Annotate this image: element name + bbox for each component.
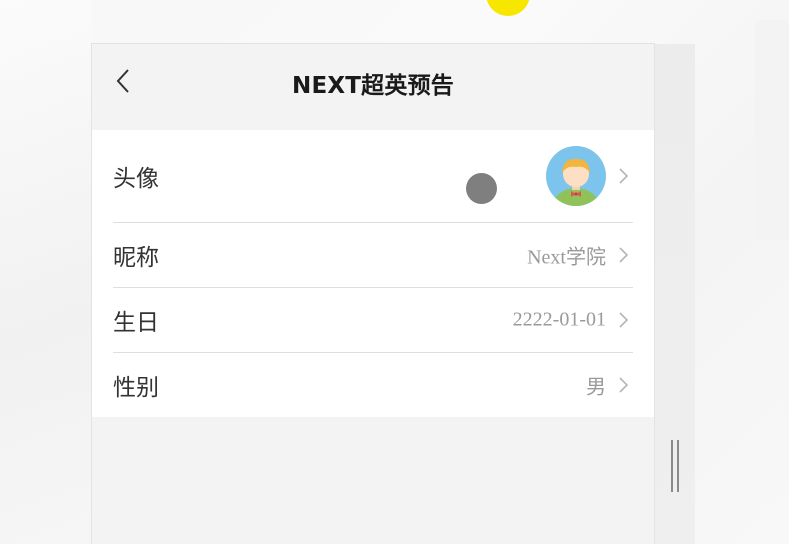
row-label: 生日 bbox=[113, 310, 159, 336]
row-value: 男 bbox=[586, 376, 606, 399]
nav-bar: NEXT超英预告 bbox=[92, 44, 654, 130]
profile-row-avatar[interactable]: 头像 bbox=[113, 130, 633, 223]
row-value: 2222-01-01 bbox=[512, 308, 606, 331]
chevron-right-icon bbox=[619, 312, 629, 328]
chevron-right-icon bbox=[619, 247, 629, 263]
row-label: 昵称 bbox=[113, 245, 159, 271]
scroll-handle[interactable] bbox=[669, 440, 681, 492]
phone-screen: NEXT超英预告 头像 昵称 Next学院 生日 2222-01-01 性别 男 bbox=[91, 43, 655, 544]
chevron-right-icon bbox=[619, 168, 629, 184]
cursor-highlight bbox=[486, 0, 530, 16]
background-left bbox=[0, 0, 92, 544]
avatar[interactable] bbox=[546, 146, 606, 206]
profile-list: 头像 昵称 Next学院 生日 2222-01-01 性别 男 bbox=[92, 130, 654, 417]
background-right-panel bbox=[755, 20, 789, 240]
row-value: Next学院 bbox=[527, 246, 606, 269]
profile-row-birthday[interactable]: 生日 2222-01-01 bbox=[113, 288, 633, 353]
profile-row-nickname[interactable]: 昵称 Next学院 bbox=[113, 223, 633, 288]
touch-indicator bbox=[466, 173, 497, 204]
page-title: NEXT超英预告 bbox=[292, 73, 454, 99]
chevron-right-icon bbox=[619, 377, 629, 393]
row-label: 性别 bbox=[113, 375, 159, 401]
profile-row-gender[interactable]: 性别 男 bbox=[113, 353, 633, 417]
row-label: 头像 bbox=[113, 166, 159, 192]
